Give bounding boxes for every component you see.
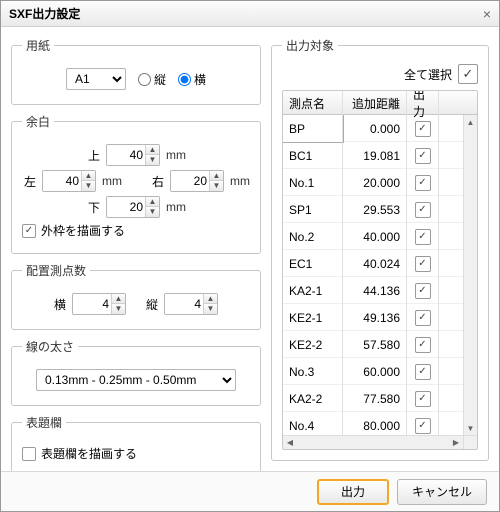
col-out[interactable]: 出力 xyxy=(407,91,439,115)
titleblock-legend: 表題欄 xyxy=(22,414,66,431)
row-check[interactable] xyxy=(415,310,431,326)
table-row[interactable]: KA2-277.580 xyxy=(283,385,463,412)
table-row[interactable]: KA2-144.136 xyxy=(283,277,463,304)
margin-top[interactable]: ▲▼ xyxy=(106,144,160,166)
row-check[interactable] xyxy=(415,337,431,353)
dialog: SXF出力設定 × 用紙 A1 縦 横 余白 上 ▲▼ mm xyxy=(0,0,500,512)
row-check[interactable] xyxy=(415,418,431,434)
titleblock-group: 表題欄 表題欄を描画する xyxy=(11,414,261,477)
target-legend: 出力対象 xyxy=(282,37,338,54)
table-row[interactable]: No.120.000 xyxy=(283,169,463,196)
row-check[interactable] xyxy=(415,364,431,380)
vscrollbar[interactable]: ▲▼ xyxy=(463,115,477,435)
row-check[interactable] xyxy=(415,175,431,191)
table-row[interactable]: BC119.081 xyxy=(283,142,463,169)
orient-vertical[interactable]: 縦 xyxy=(138,71,166,88)
row-check[interactable] xyxy=(415,121,431,137)
export-button[interactable]: 出力 xyxy=(317,479,389,505)
table-row[interactable]: No.360.000 xyxy=(283,358,463,385)
margin-right[interactable]: ▲▼ xyxy=(170,170,224,192)
close-icon[interactable]: × xyxy=(483,6,491,22)
table-row[interactable]: BP0.000 xyxy=(283,115,463,142)
cancel-button[interactable]: キャンセル xyxy=(397,479,487,505)
margin-group: 余白 上 ▲▼ mm 左 ▲▼ mm 右 ▲▼ mm xyxy=(11,113,261,254)
row-check[interactable] xyxy=(415,229,431,245)
count-h[interactable]: ▲▼ xyxy=(72,293,126,315)
titlebar: SXF出力設定 × xyxy=(1,1,499,27)
col-name[interactable]: 測点名 xyxy=(283,91,343,115)
target-table: 測点名 追加距離 出力 BP0.000BC119.081No.120.000SP… xyxy=(282,90,478,450)
target-group: 出力対象 全て選択 測点名 追加距離 出力 BP0.000BC119.081No… xyxy=(271,37,489,461)
row-check[interactable] xyxy=(415,148,431,164)
row-check[interactable] xyxy=(415,256,431,272)
select-all-label: 全て選択 xyxy=(404,66,452,83)
hscrollbar[interactable]: ◀▶ xyxy=(283,435,463,449)
col-dist[interactable]: 追加距離 xyxy=(343,91,407,115)
dialog-title: SXF出力設定 xyxy=(9,5,80,22)
table-row[interactable]: No.240.000 xyxy=(283,223,463,250)
thickness-legend: 線の太さ xyxy=(22,338,78,355)
draw-titleblock-check[interactable]: 表題欄を描画する xyxy=(22,445,137,462)
row-check[interactable] xyxy=(415,283,431,299)
select-all-check[interactable] xyxy=(458,64,478,84)
table-row[interactable]: EC140.024 xyxy=(283,250,463,277)
margin-legend: 余白 xyxy=(22,113,54,130)
row-check[interactable] xyxy=(415,391,431,407)
paper-legend: 用紙 xyxy=(22,37,54,54)
orient-horizontal[interactable]: 横 xyxy=(178,71,206,88)
count-v[interactable]: ▲▼ xyxy=(164,293,218,315)
table-row[interactable]: No.480.000 xyxy=(283,412,463,435)
margin-bottom[interactable]: ▲▼ xyxy=(106,196,160,218)
table-row[interactable]: KE2-149.136 xyxy=(283,304,463,331)
footer: 出力 キャンセル xyxy=(1,471,499,511)
row-check[interactable] xyxy=(415,202,431,218)
table-row[interactable]: KE2-257.580 xyxy=(283,331,463,358)
paper-group: 用紙 A1 縦 横 xyxy=(11,37,261,105)
thickness-select[interactable]: 0.13mm - 0.25mm - 0.50mm xyxy=(36,369,236,391)
paper-size-select[interactable]: A1 xyxy=(66,68,126,90)
draw-frame-check[interactable]: 外枠を描画する xyxy=(22,222,125,239)
margin-left[interactable]: ▲▼ xyxy=(42,170,96,192)
count-legend: 配置測点数 xyxy=(22,262,90,279)
table-row[interactable]: SP129.553 xyxy=(283,196,463,223)
count-group: 配置測点数 横 ▲▼ 縦 ▲▼ xyxy=(11,262,261,330)
thickness-group: 線の太さ 0.13mm - 0.25mm - 0.50mm xyxy=(11,338,261,406)
